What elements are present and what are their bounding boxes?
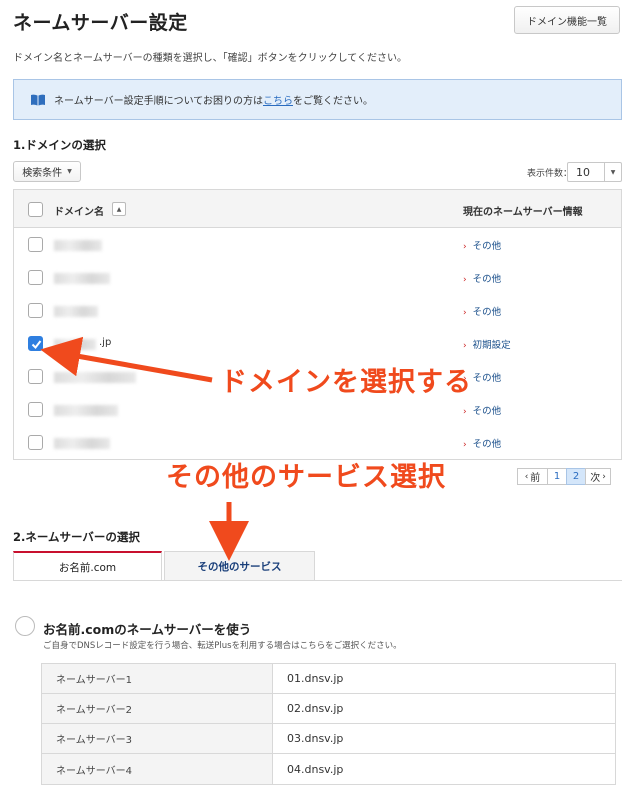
annotation-arrows (40, 336, 249, 561)
annotation-select-other: その他のサービス選択 (166, 462, 446, 493)
annotation-select-domain: ドメインを選択する (220, 367, 472, 398)
arrow-to-checkbox (40, 336, 213, 383)
